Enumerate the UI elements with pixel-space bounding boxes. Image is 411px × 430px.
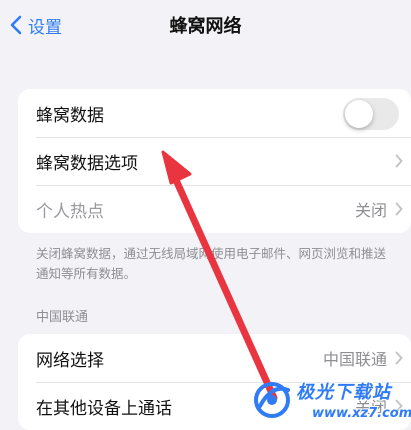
network-selection-label: 网络选择: [36, 350, 104, 371]
cellular-data-options-label: 蜂窝数据选项: [36, 153, 138, 174]
page-title: 蜂窝网络: [169, 16, 242, 37]
personal-hotspot-value: 关闭: [354, 201, 387, 220]
watermark-logo-icon: [254, 382, 290, 418]
chevron-right-icon: [395, 351, 403, 365]
toggle-knob: [345, 100, 373, 128]
cellular-data-footnote: 关闭蜂窝数据，通过无线局域网使用电子邮件、网页浏览和推送通知等所有数据。: [36, 246, 387, 281]
personal-hotspot-row[interactable]: 个人热点 关闭: [18, 185, 411, 233]
network-selection-value: 中国联通: [322, 350, 387, 369]
network-selection-row[interactable]: 网络选择 中国联通: [18, 334, 411, 382]
carrier-section-header: 中国联通: [36, 310, 89, 325]
cellular-data-toggle[interactable]: [343, 98, 399, 130]
cellular-data-label: 蜂窝数据: [36, 105, 104, 126]
personal-hotspot-label: 个人热点: [36, 201, 104, 222]
chevron-right-icon: [395, 202, 403, 216]
cellular-settings-group: 蜂窝数据 蜂窝数据选项 个人热点 关闭: [18, 89, 411, 233]
cellular-data-options-row[interactable]: 蜂窝数据选项: [18, 137, 411, 185]
watermark-url: www.xz7.com: [312, 406, 411, 421]
watermark-brand: 极光下载站: [296, 382, 391, 403]
cellular-data-row: 蜂窝数据: [18, 89, 411, 137]
navigation-bar: 设置 蜂窝网络: [0, 0, 411, 50]
chevron-right-icon: [395, 154, 403, 168]
watermark: 极光下载站 www.xz7.com: [250, 376, 411, 428]
calls-on-other-devices-label: 在其他设备上通话: [36, 398, 172, 419]
